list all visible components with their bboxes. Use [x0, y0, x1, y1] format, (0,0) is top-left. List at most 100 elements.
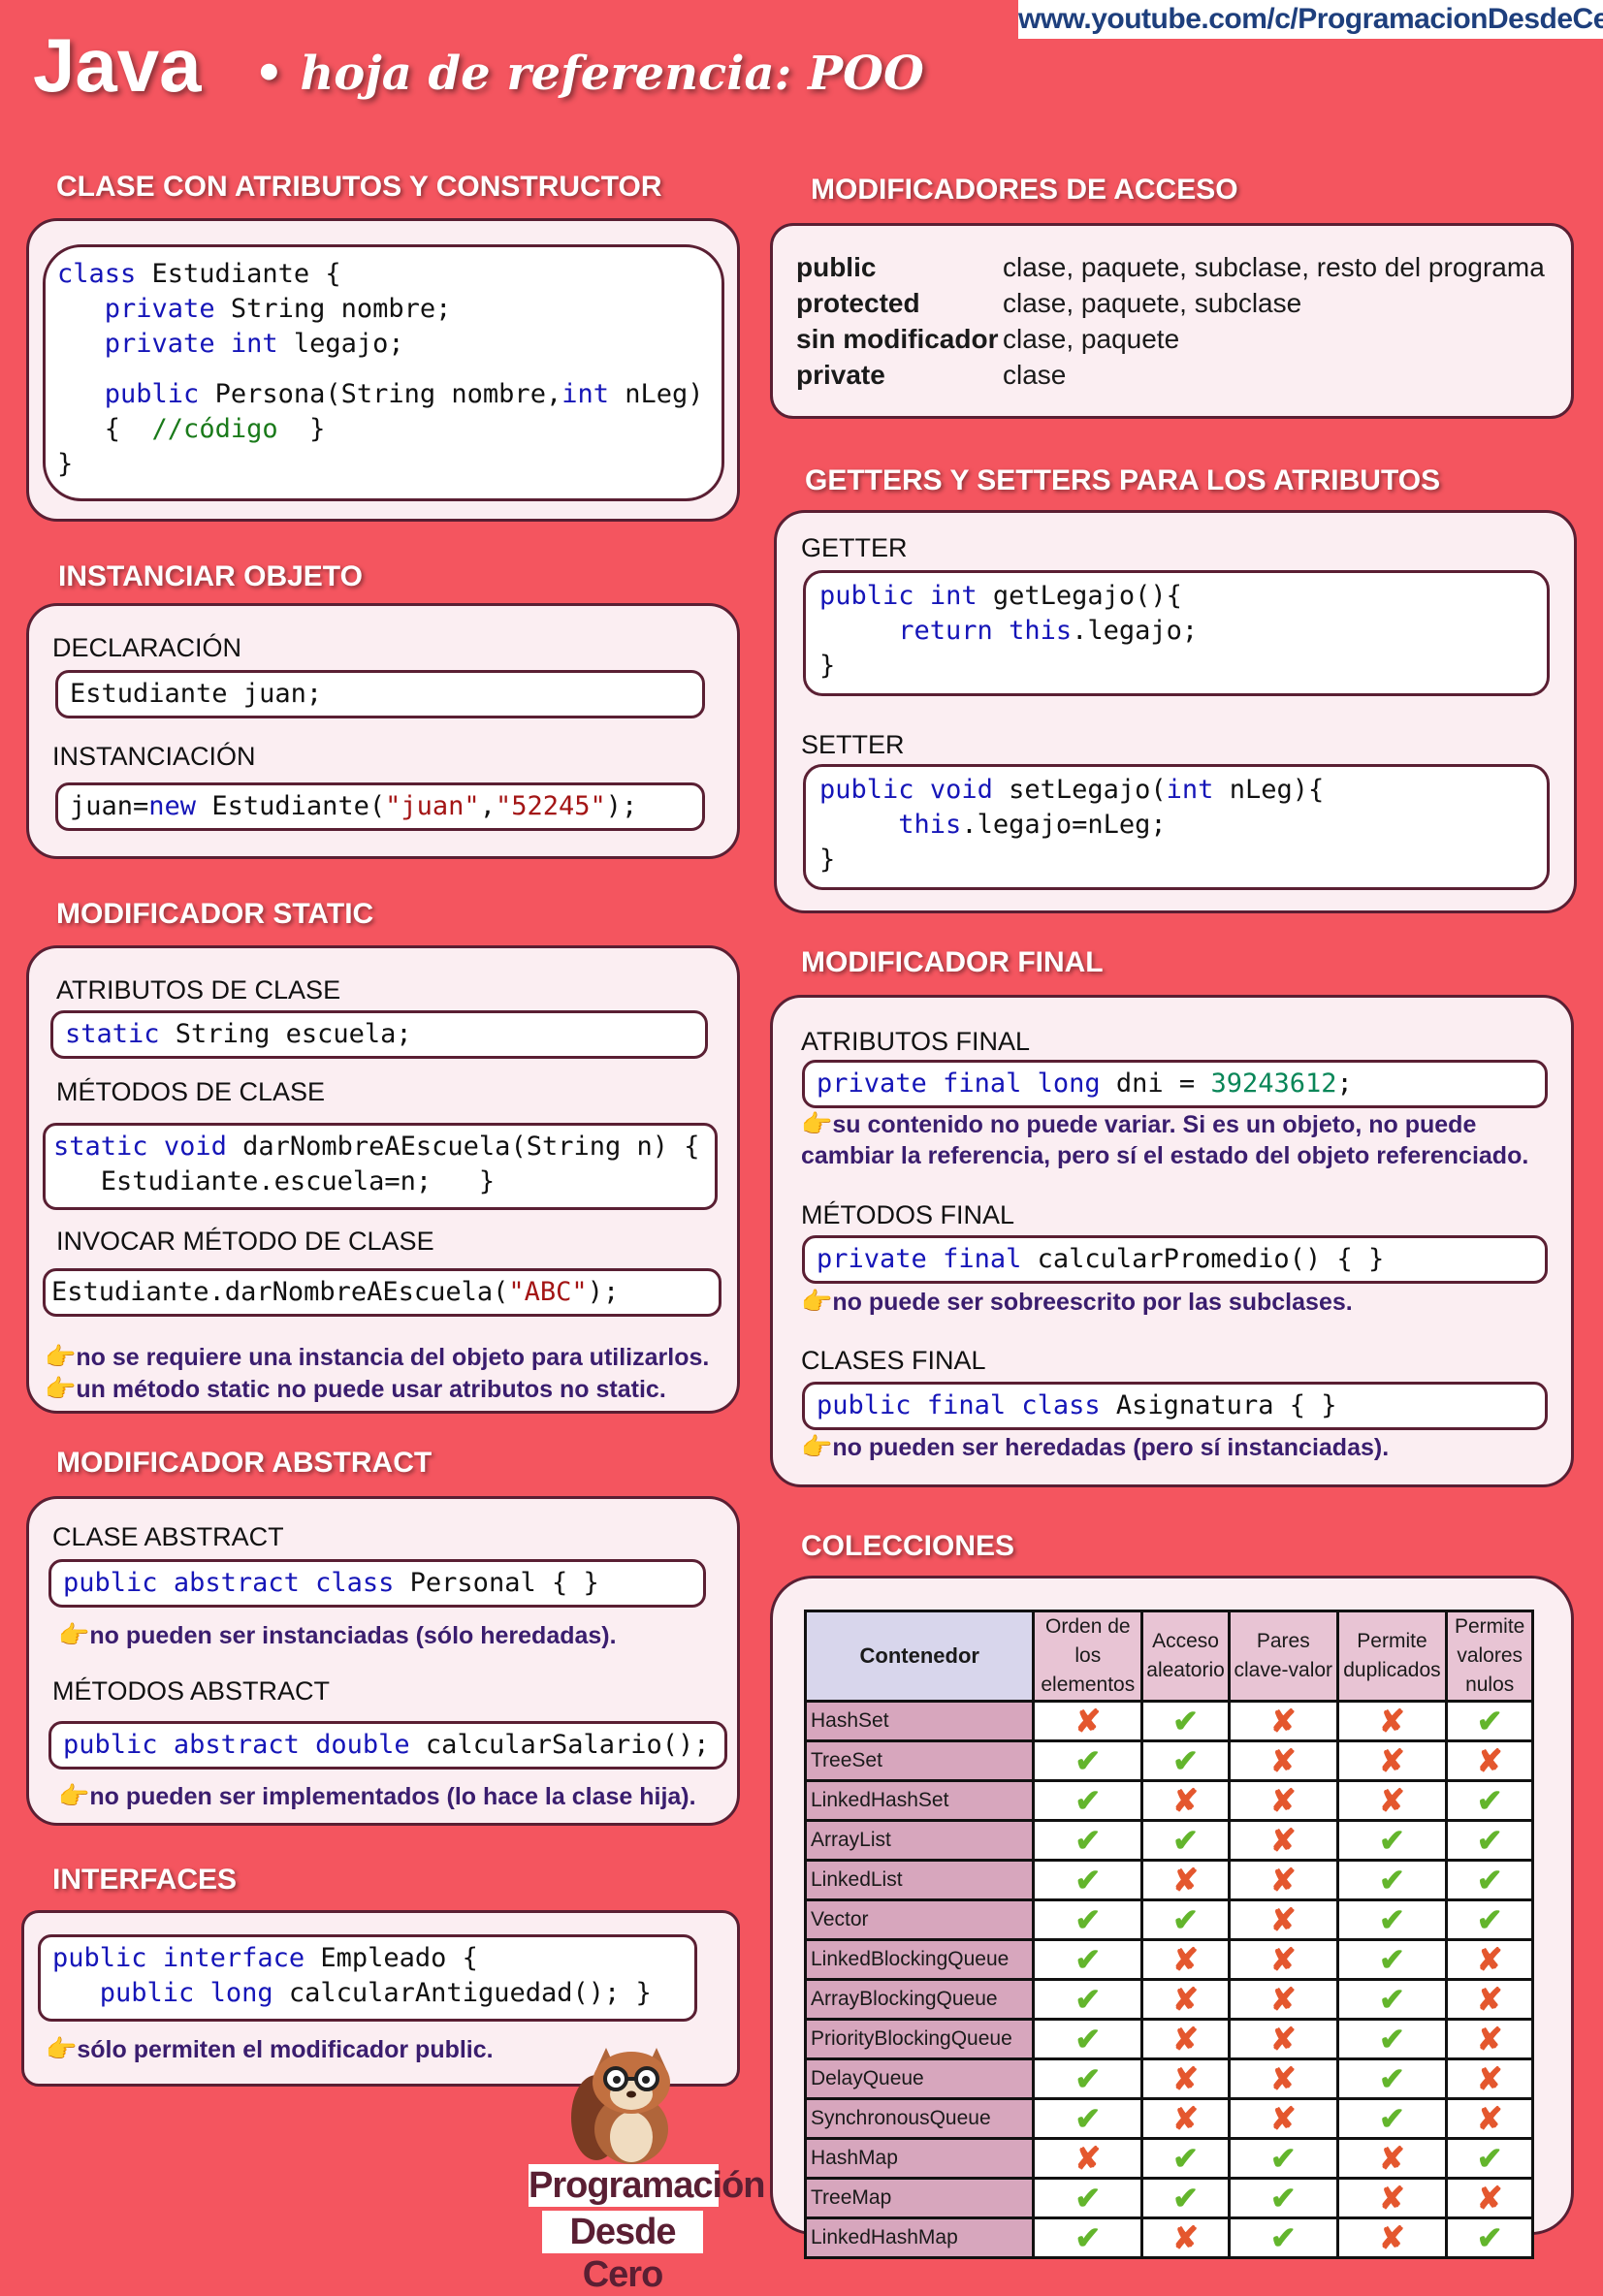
access-row: sin modificador clase, paquete — [796, 321, 1545, 357]
access-modifier: sin modificador — [796, 324, 999, 354]
cross-icon: ✘ — [1227, 1739, 1339, 1782]
section-title-abstract: MODIFICADOR ABSTRACT — [56, 1447, 433, 1479]
label-invocar: INVOCAR MÉTODO DE CLASE — [56, 1227, 434, 1256]
panel-final: ATRIBUTOS FINAL private final long dni =… — [770, 995, 1574, 1487]
cross-icon: ✘ — [1140, 1859, 1231, 1901]
page-title: Java — [33, 22, 202, 108]
cross-icon: ✘ — [1445, 2097, 1534, 2140]
channel-url[interactable]: www.youtube.com/c/ProgramacionDesdeCero — [1018, 0, 1603, 39]
check-icon: ✔ — [1032, 1938, 1144, 1981]
access-row: protected clase, paquete, subclase — [796, 285, 1545, 321]
section-title-instanciar: INSTANCIAR OBJETO — [58, 560, 363, 592]
squirrel-mascot-icon — [567, 2040, 680, 2166]
table-row: LinkedHashMap ✔ ✘ ✔ ✘ ✔ — [803, 2216, 1534, 2259]
access-modifier: private — [796, 360, 885, 390]
check-icon: ✔ — [1445, 1859, 1534, 1901]
cross-icon: ✘ — [1445, 1938, 1534, 1981]
check-icon: ✔ — [1335, 2018, 1449, 2060]
check-icon: ✔ — [1032, 1978, 1144, 2021]
code-static-method: static void darNombreAEscuela(String n) … — [43, 1123, 718, 1210]
cross-icon: ✘ — [1140, 2216, 1231, 2259]
collection-name: LinkedHashSet — [803, 1779, 1036, 1822]
check-icon: ✔ — [1032, 1898, 1144, 1941]
check-icon: ✔ — [1445, 2137, 1534, 2180]
pointing-hand-icon: 👉 — [801, 1432, 833, 1461]
title-bullet: • — [254, 47, 284, 101]
note-interfaces: 👉sólo permiten el modificador public. — [46, 2034, 494, 2063]
collections-header-cell: Contenedor — [803, 1610, 1036, 1703]
collections-header-cell: Pares clave-valor — [1227, 1610, 1339, 1703]
label-getter: GETTER — [801, 533, 908, 562]
cross-icon: ✘ — [1227, 1938, 1339, 1981]
collection-name: TreeSet — [803, 1739, 1036, 1782]
label-atributos-final: ATRIBUTOS FINAL — [801, 1027, 1031, 1056]
check-icon: ✔ — [1032, 1859, 1144, 1901]
cross-icon: ✘ — [1227, 1978, 1339, 2021]
note-abstract-2: 👉no pueden ser implementados (lo hace la… — [58, 1781, 696, 1810]
table-row: PriorityBlockingQueue ✔ ✘ ✘ ✔ ✘ — [803, 2018, 1534, 2060]
cross-icon: ✘ — [1335, 2137, 1449, 2180]
access-scope: clase, paquete, subclase — [1003, 288, 1302, 318]
cross-icon: ✘ — [1227, 2057, 1339, 2100]
code-instanciacion: juan=new Estudiante("juan","52245"); — [55, 782, 705, 831]
label-clases-final: CLASES FINAL — [801, 1346, 986, 1375]
cross-icon: ✘ — [1227, 2097, 1339, 2140]
check-icon: ✔ — [1227, 2137, 1339, 2180]
check-icon: ✔ — [1335, 1938, 1449, 1981]
cross-icon: ✘ — [1140, 2018, 1231, 2060]
collections-header-cell: Permite valores nulos — [1445, 1610, 1534, 1703]
check-icon: ✔ — [1445, 2216, 1534, 2259]
pointing-hand-icon: 👉 — [58, 1620, 90, 1649]
cross-icon: ✘ — [1140, 2097, 1231, 2140]
cross-icon: ✘ — [1032, 1700, 1144, 1742]
cross-icon: ✘ — [1335, 1739, 1449, 1782]
table-row: ArrayBlockingQueue ✔ ✘ ✘ ✔ ✘ — [803, 1978, 1534, 2021]
table-row: ArrayList ✔ ✔ ✘ ✔ ✔ — [803, 1819, 1534, 1862]
collections-header-cell: Orden de los elementos — [1032, 1610, 1144, 1703]
section-title-static: MODIFICADOR STATIC — [56, 898, 374, 930]
check-icon: ✔ — [1335, 1819, 1449, 1862]
code-getter: public int getLegajo(){ return this.lega… — [803, 570, 1550, 696]
code-abstract-class: public abstract class Personal { } — [48, 1559, 706, 1608]
cross-icon: ✘ — [1445, 2177, 1534, 2219]
cross-icon: ✘ — [1445, 1978, 1534, 2021]
code-setter: public void setLegajo(int nLeg){ this.le… — [803, 764, 1550, 890]
cross-icon: ✘ — [1335, 1700, 1449, 1742]
panel-abstract: CLASE ABSTRACT public abstract class Per… — [26, 1496, 740, 1826]
pointing-hand-icon: 👉 — [58, 1781, 90, 1810]
cross-icon: ✘ — [1140, 2057, 1231, 2100]
cross-icon: ✘ — [1140, 1978, 1231, 2021]
code-abstract-method: public abstract double calcularSalario()… — [48, 1721, 727, 1770]
code-final-attr: private final long dni = 39243612; — [802, 1060, 1548, 1108]
code-interface: public interface Empleado { public long … — [38, 1934, 697, 2022]
collection-name: ArrayList — [803, 1819, 1036, 1862]
note-final-2: 👉no puede ser sobreescrito por las subcl… — [801, 1287, 1353, 1316]
access-scope: clase, paquete — [1003, 324, 1180, 354]
cross-icon: ✘ — [1227, 1898, 1339, 1941]
cross-icon: ✘ — [1032, 2137, 1144, 2180]
subtitle-text: hoja de referencia: POO — [300, 47, 924, 101]
check-icon: ✔ — [1032, 2216, 1144, 2259]
note-final-1b: cambiar la referencia, pero sí el estado… — [801, 1142, 1529, 1169]
collection-name: LinkedHashMap — [803, 2216, 1036, 2259]
collection-name: HashSet — [803, 1700, 1036, 1742]
label-declaracion: DECLARACIÓN — [52, 633, 242, 662]
label-clase-abstract: CLASE ABSTRACT — [52, 1522, 284, 1551]
label-metodos-clase: MÉTODOS DE CLASE — [56, 1077, 326, 1106]
check-icon: ✔ — [1445, 1819, 1534, 1862]
check-icon: ✔ — [1227, 2177, 1339, 2219]
check-icon: ✔ — [1445, 1898, 1534, 1941]
panel-getset: GETTER public int getLegajo(){ return th… — [774, 510, 1577, 913]
access-row: public clase, paquete, subclase, resto de… — [796, 249, 1545, 285]
check-icon: ✔ — [1140, 1898, 1231, 1941]
table-row: TreeSet ✔ ✔ ✘ ✘ ✘ — [803, 1739, 1534, 1782]
code-final-method: private final calcularPromedio() { } — [802, 1235, 1548, 1284]
check-icon: ✔ — [1032, 1739, 1144, 1782]
panel-colecciones: Contenedor Orden de los elementos Acceso a… — [770, 1576, 1574, 2259]
collection-name: SynchronousQueue — [803, 2097, 1036, 2140]
section-title-clase: CLASE CON ATRIBUTOS Y CONSTRUCTOR — [56, 171, 662, 203]
table-row: Vector ✔ ✔ ✘ ✔ ✔ — [803, 1898, 1534, 1941]
code-class-estudiante: class Estudiante { private String nombre… — [43, 244, 724, 501]
code-declaracion: Estudiante juan; — [55, 670, 705, 718]
check-icon: ✔ — [1140, 1819, 1231, 1862]
